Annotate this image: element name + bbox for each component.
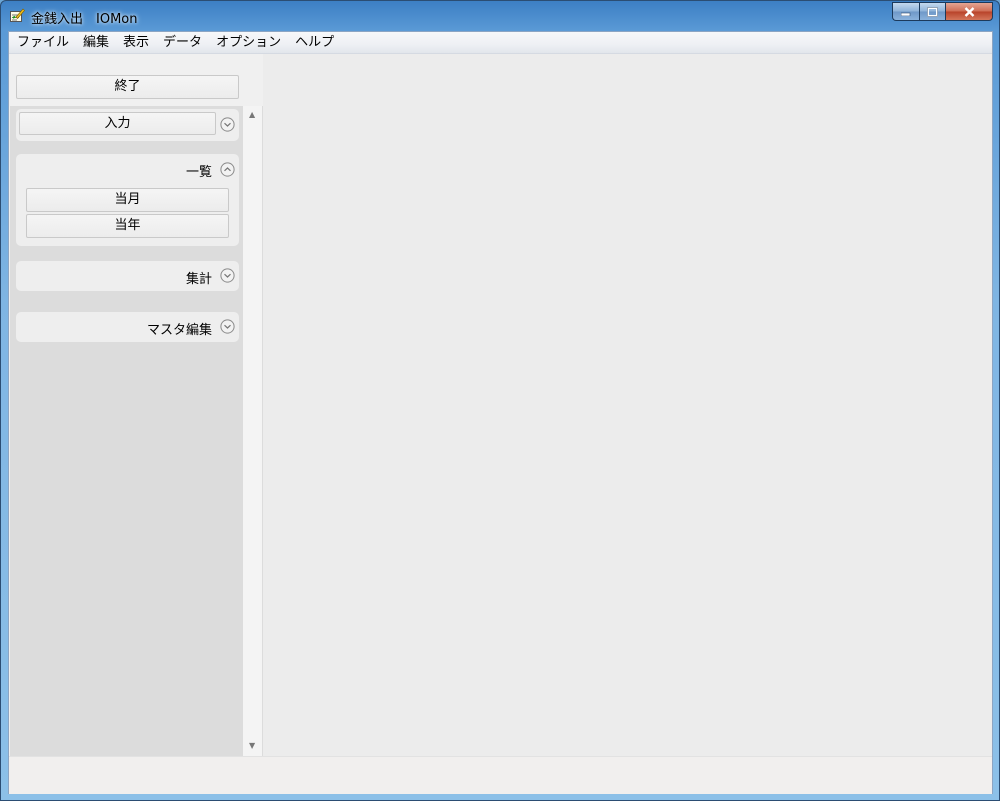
- group-summary-title: 集計: [185, 272, 212, 287]
- group-master-edit: マスタ編集: [16, 312, 239, 342]
- menu-view[interactable]: 表示: [116, 33, 156, 53]
- group-list-title: 一覧: [185, 165, 212, 180]
- menu-bar: ファイル 編集 表示 データ オプション ヘルプ: [9, 32, 992, 54]
- menu-options[interactable]: オプション: [209, 33, 288, 53]
- close-icon: [964, 6, 975, 17]
- maximize-button[interactable]: [919, 2, 945, 21]
- menu-data[interactable]: データ: [156, 33, 209, 53]
- window-title: 金銭入出 IOMon: [31, 12, 138, 27]
- exit-button[interactable]: 終了: [16, 75, 239, 99]
- menu-help[interactable]: ヘルプ: [288, 33, 341, 53]
- group-list-header[interactable]: 一覧: [16, 154, 239, 182]
- menu-file[interactable]: ファイル: [9, 33, 76, 53]
- chevron-up-icon[interactable]: [220, 162, 235, 177]
- group-summary-header[interactable]: 集計: [16, 261, 239, 289]
- close-button[interactable]: [945, 2, 993, 21]
- sidebar: 終了 入力 一覧 当月 当年 集計 マスタ編集 ▲ ▼: [10, 54, 263, 756]
- main-content-area: [263, 54, 992, 756]
- group-master-edit-header[interactable]: マスタ編集: [16, 312, 239, 340]
- group-list: 一覧 当月 当年: [16, 154, 239, 246]
- input-button[interactable]: 入力: [19, 112, 216, 135]
- window-controls: [892, 2, 993, 22]
- exit-area: 終了: [10, 54, 263, 106]
- minimize-icon: [901, 8, 911, 16]
- status-bar: [9, 756, 992, 794]
- sidebar-scroll-panel: 入力 一覧 当月 当年 集計 マスタ編集: [10, 106, 243, 756]
- client-area: ファイル 編集 表示 データ オプション ヘルプ 終了 入力 一覧 当月 当年 …: [8, 31, 993, 794]
- minimize-button[interactable]: [892, 2, 919, 21]
- chevron-down-icon[interactable]: [220, 319, 235, 334]
- menu-edit[interactable]: 編集: [76, 33, 116, 53]
- group-summary: 集計: [16, 261, 239, 291]
- chevron-down-icon[interactable]: [220, 268, 235, 283]
- current-month-button[interactable]: 当月: [26, 188, 229, 212]
- sidebar-scrollbar[interactable]: ▲ ▼: [243, 106, 262, 756]
- maximize-icon: [927, 6, 938, 17]
- app-window: 金銭入出 IOMon ファイル 編集 表示 データ オプション ヘルプ 終了 入…: [0, 0, 1000, 801]
- current-year-button[interactable]: 当年: [26, 214, 229, 238]
- group-master-edit-title: マスタ編集: [146, 323, 212, 338]
- scroll-down-arrow-icon[interactable]: ▼: [249, 742, 255, 750]
- group-input: 入力: [16, 109, 239, 141]
- title-bar[interactable]: 金銭入出 IOMon: [1, 1, 999, 29]
- scroll-up-arrow-icon[interactable]: ▲: [249, 111, 255, 119]
- app-icon: [10, 8, 25, 22]
- chevron-down-icon[interactable]: [220, 117, 235, 132]
